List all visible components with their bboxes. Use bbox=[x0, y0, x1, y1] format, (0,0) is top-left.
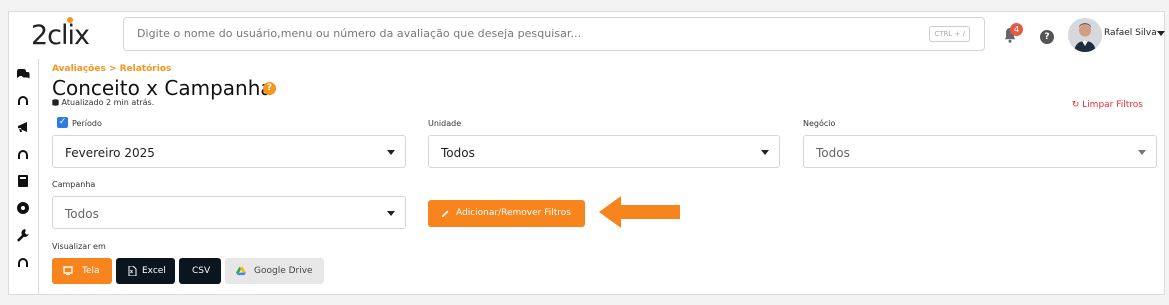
updated-text: Atualizado 2 min atrás. bbox=[61, 98, 155, 107]
campanha-value: Todos bbox=[65, 207, 99, 221]
export-excel-button[interactable]: Excel bbox=[116, 258, 175, 284]
file-excel-icon bbox=[128, 266, 137, 276]
headset-icon[interactable] bbox=[15, 92, 31, 108]
periodo-value: Fevereiro 2025 bbox=[65, 146, 155, 160]
breadcrumb[interactable]: Avaliações > Relatórios bbox=[52, 64, 171, 74]
csv-label: CSV bbox=[192, 266, 211, 276]
refresh-icon: ↻ bbox=[1071, 100, 1080, 110]
book-icon[interactable] bbox=[15, 173, 31, 189]
clear-filters-button[interactable]: ↻ Limpar Filtros bbox=[1072, 100, 1143, 110]
chat-icon[interactable] bbox=[15, 65, 31, 81]
google-drive-icon bbox=[236, 266, 246, 276]
negocio-label: Negócio bbox=[803, 119, 836, 128]
periodo-checkbox[interactable]: ✓ bbox=[57, 117, 68, 128]
logo-dot bbox=[67, 17, 73, 23]
view-screen-button[interactable]: Tela bbox=[52, 258, 112, 284]
search-placeholder: Digite o nome do usuário,menu ou número … bbox=[137, 27, 582, 40]
view-in-label: Visualizar em bbox=[52, 242, 106, 251]
periodo-label: Período bbox=[72, 119, 102, 128]
export-google-drive-button[interactable]: Google Drive bbox=[225, 258, 324, 284]
negocio-value: Todos bbox=[816, 146, 850, 160]
search-shortcut: CTRL + / bbox=[929, 26, 970, 42]
global-search-input[interactable]: Digite o nome do usuário,menu ou número … bbox=[123, 17, 985, 51]
add-remove-filters-label: Adicionar/Remover Filtros bbox=[456, 208, 571, 218]
monitor-icon bbox=[63, 266, 73, 275]
headset-icon[interactable] bbox=[15, 254, 31, 270]
updated-status: Atualizado 2 min atrás. bbox=[52, 98, 154, 107]
help-badge-icon[interactable]: ? bbox=[263, 82, 276, 95]
top-bar: 2clix Digite o nome do usuário,menu ou n… bbox=[8, 11, 1165, 59]
excel-label: Excel bbox=[142, 266, 166, 276]
drive-label: Google Drive bbox=[254, 266, 313, 276]
wrench-icon[interactable] bbox=[15, 227, 31, 243]
tela-label: Tela bbox=[82, 266, 100, 276]
unidade-select[interactable]: Todos bbox=[428, 135, 780, 168]
periodo-select[interactable]: Fevereiro 2025 bbox=[52, 135, 406, 168]
add-remove-filters-button[interactable]: Adicionar/Remover Filtros bbox=[428, 200, 585, 227]
app-logo: 2clix bbox=[31, 20, 90, 51]
chevron-down-icon bbox=[387, 150, 395, 155]
pencil-icon bbox=[442, 210, 449, 217]
export-csv-button[interactable]: CSV bbox=[179, 258, 221, 284]
user-name[interactable]: Rafael Silva bbox=[1104, 28, 1157, 38]
chevron-down-icon bbox=[761, 150, 769, 155]
user-menu-caret-icon[interactable] bbox=[1157, 31, 1165, 36]
gear-badge-icon[interactable] bbox=[15, 200, 31, 216]
report-panel: Avaliações > Relatórios Conceito x Campa… bbox=[38, 59, 1165, 295]
user-avatar[interactable] bbox=[1068, 18, 1102, 52]
chevron-down-icon bbox=[1138, 150, 1146, 155]
notification-badge: 4 bbox=[1010, 23, 1023, 36]
left-arrow-icon bbox=[599, 196, 680, 228]
clear-filters-label: Limpar Filtros bbox=[1082, 100, 1143, 110]
campanha-select[interactable]: Todos bbox=[52, 196, 406, 229]
unidade-value: Todos bbox=[441, 146, 475, 160]
negocio-select[interactable]: Todos bbox=[803, 135, 1157, 168]
headset-icon[interactable] bbox=[15, 146, 31, 162]
megaphone-icon[interactable] bbox=[15, 119, 31, 135]
unidade-label: Unidade bbox=[428, 119, 462, 128]
database-icon bbox=[52, 99, 59, 106]
campanha-label: Campanha bbox=[52, 180, 96, 189]
person-avatar-icon bbox=[1068, 18, 1102, 52]
app-window: 2clix Digite o nome do usuário,menu ou n… bbox=[0, 0, 1169, 305]
chevron-down-icon bbox=[387, 211, 395, 216]
sidebar bbox=[8, 59, 38, 295]
help-icon[interactable]: ? bbox=[1040, 30, 1054, 44]
page-title: Conceito x Campanha bbox=[52, 76, 273, 100]
